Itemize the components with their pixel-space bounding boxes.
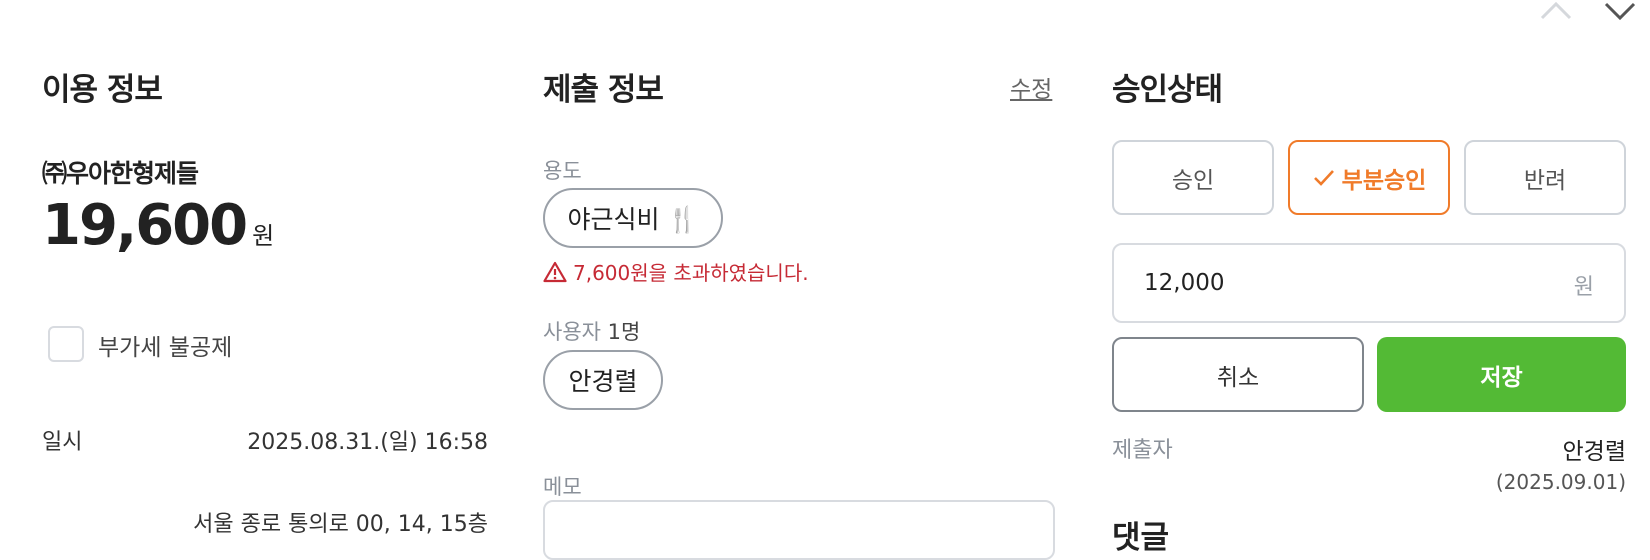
merchant-name: ㈜우아한형제들 [42, 159, 199, 188]
submitter-name: 안경렬 [1562, 439, 1626, 465]
users-count: 1명 [607, 320, 641, 344]
budget-warning-text: 7,600원을 초과하였습니다. [573, 261, 809, 285]
submission-info-title: 제출 정보 [543, 72, 664, 108]
users-label-row: 사용자 1명 [543, 316, 640, 346]
comments-title: 댓글 [1112, 520, 1170, 556]
chevron-down-icon [1604, 2, 1636, 21]
partial-approve-option-label: 부분승인 [1341, 167, 1427, 194]
memo-field[interactable] [543, 500, 1055, 560]
approved-amount-unit: 원 [1573, 275, 1594, 300]
vat-exempt-label: 부가세 불공제 [98, 335, 233, 361]
reject-option[interactable]: 반려 [1464, 140, 1626, 215]
submitter-label: 제출자 [1112, 438, 1173, 463]
approved-amount-field[interactable]: 원 [1112, 243, 1626, 323]
usage-amount-value: 19,600 [42, 193, 248, 258]
warning-icon [543, 261, 567, 282]
cancel-button[interactable]: 취소 [1112, 337, 1364, 412]
prev-item-button[interactable] [1536, 0, 1576, 24]
vat-exempt-checkbox[interactable] [48, 326, 84, 362]
date-label: 일시 [42, 430, 83, 455]
memo-label: 메모 [543, 475, 582, 499]
submit-date: (2025.09.01) [1495, 470, 1626, 494]
chevron-up-icon [1540, 1, 1572, 20]
date-value: 2025.08.31.(일) 16:58 [247, 430, 488, 455]
user-chip[interactable]: 안경렬 [543, 350, 663, 410]
approved-amount-input[interactable] [1144, 245, 1524, 321]
usage-amount-unit: 원 [252, 222, 275, 250]
usage-amount: 19,600 원 [42, 190, 274, 272]
next-item-button[interactable] [1600, 0, 1640, 24]
partial-approve-option[interactable]: 부분승인 [1288, 140, 1450, 215]
address-value: 서울 종로 통의로 00, 14, 15층 [193, 512, 488, 537]
approve-option[interactable]: 승인 [1112, 140, 1274, 215]
save-button[interactable]: 저장 [1377, 337, 1626, 412]
purpose-label: 용도 [543, 159, 582, 183]
check-icon [1313, 169, 1334, 186]
approve-option-label: 승인 [1171, 167, 1215, 194]
users-label: 사용자 [543, 320, 601, 344]
usage-info-title: 이용 정보 [42, 72, 163, 108]
edit-link[interactable]: 수정 [1010, 70, 1052, 104]
reject-option-label: 반려 [1523, 167, 1567, 194]
budget-warning: 7,600원을 초과하였습니다. [543, 257, 809, 286]
approval-status-title: 승인상태 [1112, 72, 1223, 108]
purpose-chip[interactable]: 야근식비 🍴 [543, 188, 723, 248]
